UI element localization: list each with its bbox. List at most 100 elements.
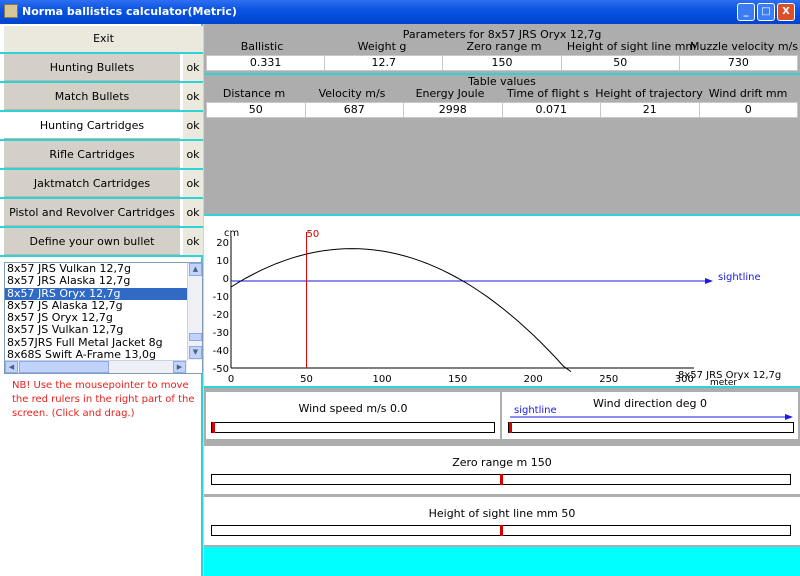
pistol-revolver-ok-button[interactable]: ok	[182, 199, 203, 226]
jaktmatch-cartridges-ok-button[interactable]: ok	[182, 170, 203, 197]
close-button[interactable]: X	[777, 3, 795, 21]
param-header: Height of sight line mm	[566, 40, 697, 53]
list-horizontal-scrollbar[interactable]: ◀ ▶	[5, 360, 187, 373]
param-header: Zero range m	[466, 40, 542, 53]
list-vertical-scrollbar[interactable]: ▲ ▼	[187, 263, 202, 360]
divider	[0, 255, 203, 257]
wind-direction-sightline: sightline	[510, 405, 793, 420]
minimize-button[interactable]: _	[737, 3, 755, 21]
x-tick-label: 150	[448, 374, 467, 385]
param-header: Muzzle velocity m/s	[690, 40, 798, 53]
y-tick-label: -40	[213, 346, 229, 357]
nav-row-jaktmatch-cartridges: Jaktmatch Cartridges ok	[4, 170, 203, 197]
scroll-left-icon[interactable]: ◀	[5, 361, 18, 373]
maximize-button[interactable]: □	[757, 3, 775, 21]
trajectory-plot: cm 20100-10-20-30-40-50 0 50 100 150 200 250 3…	[213, 228, 782, 386]
wind-speed-slider[interactable]	[211, 422, 495, 433]
jaktmatch-cartridges-button[interactable]: Jaktmatch Cartridges	[4, 170, 180, 197]
hunting-bullets-ok-button[interactable]: ok	[182, 54, 203, 81]
table-header: Energy Joule	[415, 87, 485, 100]
parameters-values-row: 0.331 12.7 150 50 730	[206, 55, 798, 71]
velocity-value: 687	[306, 103, 404, 117]
table-header: Distance m	[222, 87, 286, 100]
time-of-flight-value: 0.071	[503, 103, 601, 117]
x-tick-label: 200	[524, 374, 543, 385]
define-own-bullet-button[interactable]: Define your own bullet	[4, 228, 180, 255]
energy-value: 2998	[404, 103, 503, 117]
window-title: Norma ballistics calculator(Metric)	[22, 5, 237, 18]
sight-height-slider[interactable]	[211, 525, 791, 536]
left-panel: Exit Hunting Bullets ok Match Bullets ok…	[0, 24, 203, 576]
usage-note: NB! Use the mousepointer to move the red…	[12, 380, 195, 419]
list-item[interactable]: 8x57 JS Vulkan 12,7g	[5, 324, 187, 336]
nav-row-rifle-cartridges: Rifle Cartridges ok	[4, 141, 203, 168]
hunting-bullets-button[interactable]: Hunting Bullets	[4, 54, 180, 81]
y-tick-label: -30	[213, 328, 229, 339]
wind-speed-marker[interactable]	[212, 422, 215, 433]
rifle-cartridges-button[interactable]: Rifle Cartridges	[4, 141, 180, 168]
table-header: Wind drift mm	[708, 87, 788, 100]
nav-row-define-bullet: Define your own bullet ok	[4, 228, 203, 255]
zero-range-label: Zero range m 150	[452, 456, 552, 469]
zero-range-slider[interactable]	[211, 474, 791, 485]
wind-direction-marker[interactable]	[509, 422, 512, 433]
y-tick-label: -20	[213, 310, 229, 321]
scroll-thumb[interactable]	[189, 333, 202, 341]
ballistic-coefficient-value: 0.331	[207, 56, 326, 70]
app-icon	[4, 4, 18, 18]
scroll-right-icon[interactable]: ▶	[173, 361, 186, 373]
y-tick-label: 10	[216, 256, 229, 267]
trajectory-chart[interactable]: cm 20 10 0 -10 -20 -30 -40 -50 0 50 100 150 200 250 3…	[204, 214, 800, 388]
wind-drift-value: 0	[744, 103, 752, 116]
y-tick-label: -10	[213, 292, 229, 303]
window-titlebar: Norma ballistics calculator(Metric) _ □ …	[0, 0, 800, 24]
sight-height-label: Height of sight line mm 50	[428, 507, 576, 520]
sight-height-value: 50	[562, 56, 680, 70]
status-strip	[204, 547, 800, 576]
x-unit-label: meter	[710, 378, 737, 386]
x-tick-label: 0	[228, 374, 234, 385]
zero-range-value: 150	[443, 56, 562, 70]
x-tick-label: 250	[599, 374, 618, 385]
scroll-down-icon[interactable]: ▼	[189, 346, 202, 359]
list-item[interactable]: 8x57 JRS Alaska 12,7g	[5, 275, 187, 287]
nav-row-hunting-bullets: Hunting Bullets ok	[4, 54, 203, 81]
wind-speed-label: Wind speed m/s 0.0	[298, 402, 408, 415]
match-bullets-ok-button[interactable]: ok	[182, 83, 203, 110]
nav-row-hunting-cartridges: Hunting Cartridges ok	[4, 112, 203, 139]
zero-range-panel: Zero range m 150	[204, 446, 800, 494]
scroll-thumb[interactable]	[19, 361, 109, 373]
sight-height-marker[interactable]	[500, 525, 503, 536]
define-own-bullet-ok-button[interactable]: ok	[182, 228, 203, 255]
distance-ruler-label: 50	[307, 229, 320, 240]
sight-height-panel: Height of sight line mm 50	[204, 497, 800, 545]
wind-direction-panel: Wind direction deg 0 sightline	[502, 392, 798, 439]
x-tick-label: 50	[300, 374, 313, 385]
cartridge-list[interactable]: 8x57 JRS Vulkan 12,7g 8x57 JRS Alaska 12…	[4, 262, 203, 374]
y-tick-label: -50	[213, 364, 229, 375]
wind-speed-panel: Wind speed m/s 0.0	[206, 392, 500, 439]
table-header: Time of flight s	[507, 87, 589, 100]
distance-value: 50	[207, 103, 306, 117]
table-header: Velocity m/s	[318, 87, 386, 100]
param-header: Weight g	[357, 40, 407, 53]
x-tick-label: 100	[373, 374, 392, 385]
hunting-cartridges-ok-button[interactable]: ok	[182, 112, 203, 139]
hunting-cartridges-button[interactable]: Hunting Cartridges	[4, 112, 180, 139]
exit-button[interactable]: Exit	[4, 26, 203, 52]
scroll-up-icon[interactable]: ▲	[189, 263, 202, 276]
right-panel: Parameters for 8x57 JRS Oryx 12,7g Balli…	[204, 24, 800, 576]
trajectory-height-value: 21	[601, 103, 700, 117]
y-tick-label: 0	[223, 274, 229, 285]
match-bullets-button[interactable]: Match Bullets	[4, 83, 180, 110]
muzzle-velocity-value: 730	[727, 56, 749, 69]
pistol-revolver-cartridges-button[interactable]: Pistol and Revolver Cartridges	[4, 199, 180, 226]
rifle-cartridges-ok-button[interactable]: ok	[182, 141, 203, 168]
wind-sightline-label: sightline	[514, 405, 557, 416]
wind-direction-slider[interactable]	[508, 422, 794, 433]
zero-range-marker[interactable]	[500, 474, 503, 485]
weight-value: 12.7	[325, 56, 444, 70]
sightline-label: sightline	[718, 272, 761, 283]
y-tick-label: 20	[216, 238, 229, 249]
table-values-row: 50 687 2998 0.071 21 0	[206, 102, 798, 118]
